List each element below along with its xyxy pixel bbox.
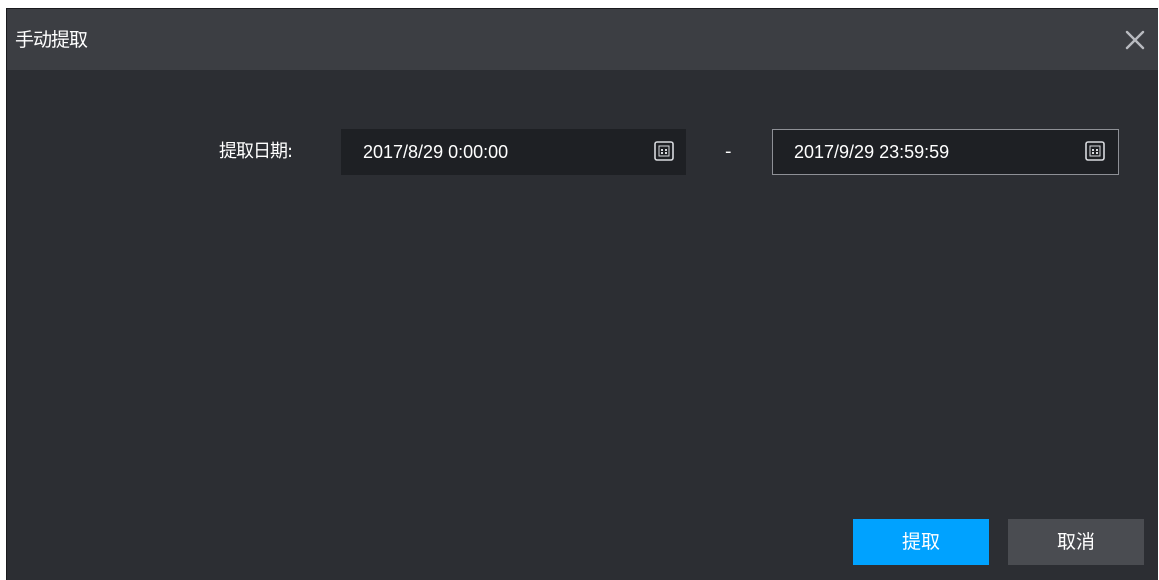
end-date-value: 2017/9/29 23:59:59 xyxy=(794,142,950,162)
date-label: 提取日期: xyxy=(219,141,293,162)
calendar-icon xyxy=(654,141,674,161)
end-date-field[interactable]: 2017/9/29 23:59:59 xyxy=(772,129,1119,175)
dialog-title: 手动提取 xyxy=(15,29,88,51)
start-date-value: 2017/8/29 0:00:00 xyxy=(363,142,509,162)
end-calendar-button[interactable] xyxy=(1085,141,1105,161)
close-button[interactable] xyxy=(1124,29,1146,51)
cancel-button[interactable]: 取消 xyxy=(1008,519,1144,565)
dialog-titlebar: 手动提取 xyxy=(7,9,1158,70)
date-range-separator: - xyxy=(725,141,732,162)
start-date-field[interactable]: 2017/8/29 0:00:00 xyxy=(341,129,686,175)
calendar-icon xyxy=(1085,141,1105,161)
start-calendar-button[interactable] xyxy=(654,141,674,161)
close-icon xyxy=(1125,30,1145,50)
manual-extract-dialog: 手动提取 提取日期: 2017/8/29 0:00:00 - 2017/9/29… xyxy=(6,8,1158,580)
extract-button[interactable]: 提取 xyxy=(853,519,989,565)
